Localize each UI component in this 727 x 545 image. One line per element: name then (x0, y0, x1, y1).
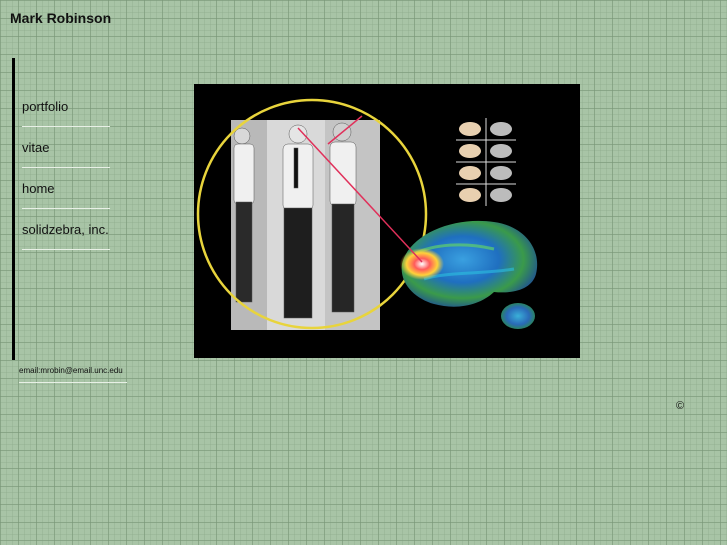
site-title: Mark Robinson (10, 10, 112, 26)
hero-image (194, 84, 580, 358)
nav-link-solidzebra[interactable]: solidzebra, inc. (22, 222, 112, 250)
photo-panel (231, 120, 380, 330)
nav-divider (12, 58, 15, 360)
email-link[interactable]: email:mrobin@email.unc.edu (19, 366, 127, 383)
thumbnail-grid (456, 118, 516, 206)
brain-scan (400, 220, 538, 329)
hero-composite-graphic (196, 98, 538, 330)
nav-link-home[interactable]: home (22, 181, 112, 209)
nav-link-vitae[interactable]: vitae (22, 140, 112, 168)
copyright-symbol: © (676, 400, 685, 412)
nav-link-portfolio[interactable]: portfolio (22, 99, 112, 127)
